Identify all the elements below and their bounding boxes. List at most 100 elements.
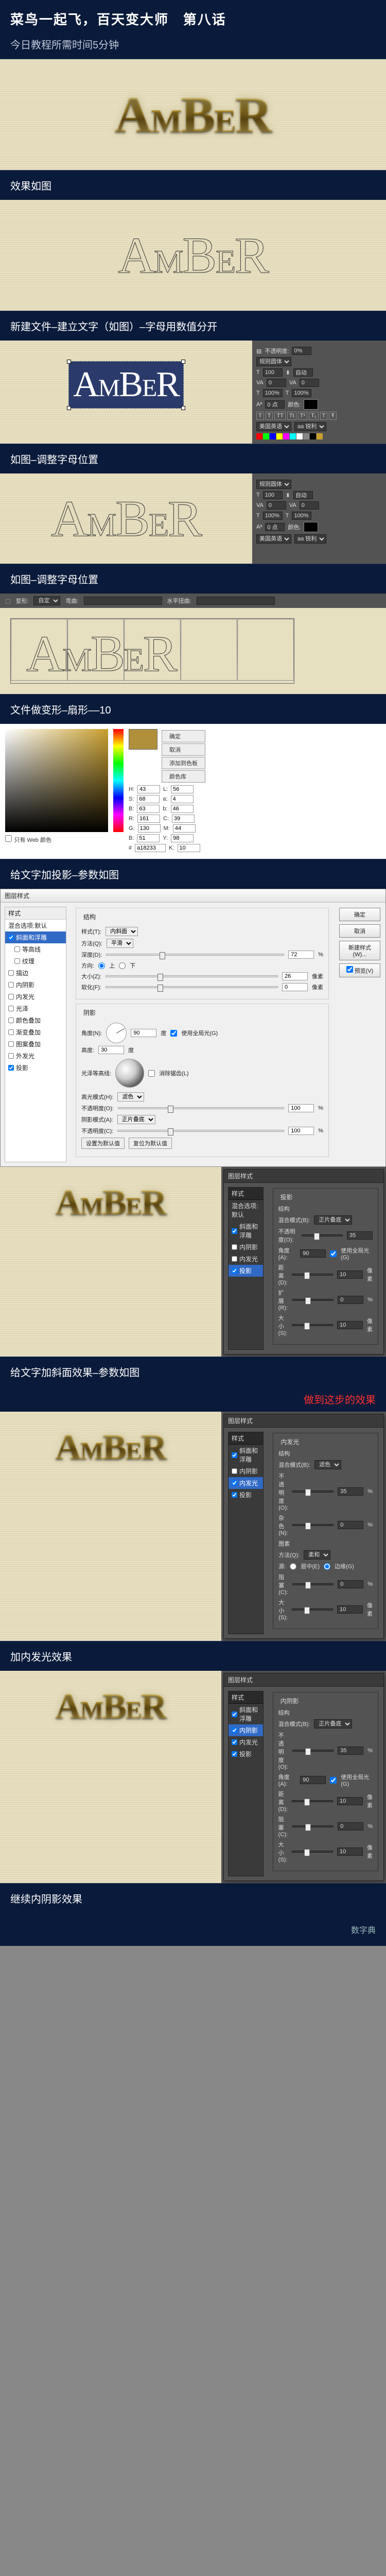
warp-grid[interactable]: AMBER [10, 618, 294, 684]
angle-input[interactable] [131, 1029, 156, 1037]
new-style-button[interactable]: 新建样式(W)... [339, 941, 380, 960]
size-slider[interactable] [106, 975, 278, 977]
hue-slider[interactable] [113, 729, 124, 832]
letter-e: E [214, 102, 235, 140]
text-selection[interactable]: AMBER [68, 361, 184, 409]
soft-input[interactable] [282, 983, 308, 991]
r-input[interactable] [137, 815, 160, 823]
k-input[interactable] [178, 844, 200, 852]
swatches-strip[interactable] [256, 433, 382, 439]
depth-slider[interactable] [106, 954, 284, 956]
amber-outline: AMBER [118, 232, 268, 283]
vscale-icon: T [256, 390, 260, 396]
bend-input[interactable] [84, 597, 162, 605]
track-icon: VA [289, 380, 296, 386]
caption-4: 如图–调整字母位置 [0, 564, 386, 594]
outline-canvas: AMBER [0, 200, 386, 311]
dir-down[interactable] [119, 962, 126, 969]
bl-input[interactable] [137, 834, 160, 842]
soft-slider[interactable] [106, 986, 278, 988]
baseline[interactable] [265, 400, 285, 409]
s-input[interactable] [137, 795, 160, 803]
reset-default[interactable]: 复位为默认值 [129, 1138, 172, 1149]
footer: 数字典 [0, 1913, 386, 1946]
smallcaps-btn[interactable]: Tt [287, 412, 296, 420]
set-default[interactable]: 设置为默认值 [81, 1138, 125, 1149]
m-input[interactable] [173, 824, 196, 833]
color-picker-dialog[interactable]: 只有 Web 颜色 确定 取消 添加到色板 颜色库 H:L: S:a: B:b:… [0, 724, 386, 859]
caption-7: 给文字加斜面效果–参数如图 [0, 1357, 386, 1386]
italic-btn[interactable]: T [266, 412, 273, 420]
angle-ring[interactable] [106, 1023, 127, 1043]
depth-input[interactable] [288, 951, 314, 959]
web-only-check[interactable] [5, 835, 12, 842]
highlight-mode[interactable]: 滤色 [117, 1092, 144, 1101]
cancel-button[interactable]: 取消 [339, 924, 380, 938]
bevel-style[interactable]: 内斜面 [106, 927, 138, 936]
font-size[interactable] [263, 368, 283, 377]
ok-button[interactable]: 确定 [162, 730, 205, 742]
title-text: 菜鸟一起飞，百天变大师 [10, 12, 169, 27]
c-input[interactable] [172, 815, 195, 823]
y-input[interactable] [171, 834, 194, 842]
l-input[interactable] [171, 785, 194, 793]
lang-select[interactable]: 美国英语 [256, 422, 291, 431]
h-input[interactable] [137, 785, 160, 793]
warp-style[interactable]: 自定 [33, 596, 60, 605]
size-input[interactable] [282, 972, 308, 980]
warp-toolbar[interactable]: ⬚ 变形:自定 弯曲: 水平扭曲: [0, 594, 386, 608]
opacity-input[interactable] [292, 347, 311, 355]
size-icon: T [256, 369, 260, 376]
aa-select[interactable]: aa 锐利 [294, 422, 326, 431]
hero-canvas: AMBER [0, 59, 386, 170]
super-btn[interactable]: T¹ [298, 412, 307, 420]
caption-3: 如图–调整字母位置 [0, 444, 386, 473]
shadow-mode[interactable]: 正片叠底 [117, 1115, 155, 1124]
caption-8: 加内发光效果 [0, 1641, 386, 1671]
character-panel[interactable]: ▤不透明度: 规则圆体 T⬍ VAVA TT Aª颜色: TTTTTtT¹T₁T… [252, 341, 386, 444]
caption-1: 效果如图 [0, 170, 386, 200]
character-panel-2[interactable]: 规则圆体 T⬍ VAVA TT Aª颜色: 美国英语aa 锐利 [252, 473, 386, 564]
gloss-contour[interactable] [115, 1059, 144, 1088]
caption-6: 给文字加投影–参数如图 [0, 859, 386, 889]
amber-adjusted: AMBER [51, 495, 201, 546]
inner-shadow-dialog[interactable]: 图层样式 样式 斜面和浮雕 内阴影 内发光 投影 内阴影 结构 混合模式(B):… [223, 1673, 384, 1881]
style-list[interactable]: 样式 混合选项:默认 斜面和浮雕 等高线 纹理 描边 内阴影 内发光 光泽 颜色… [5, 907, 66, 1162]
hscale[interactable] [292, 389, 311, 397]
menu-icon[interactable]: ▤ [256, 348, 261, 354]
font-select[interactable]: 规则圆体 [256, 357, 291, 366]
color-field[interactable] [5, 729, 108, 832]
ok-button[interactable]: 确定 [339, 908, 380, 921]
warp-icon: ⬚ [5, 598, 10, 604]
underline-btn[interactable]: T [320, 412, 328, 420]
global-light[interactable] [170, 1030, 177, 1037]
kerning[interactable] [267, 379, 286, 387]
cancel-button[interactable]: 取消 [162, 743, 205, 756]
text-color-swatch[interactable] [304, 399, 318, 410]
g-input[interactable] [138, 824, 161, 833]
a-input[interactable] [171, 795, 194, 803]
tracking[interactable] [300, 379, 319, 387]
new-color-swatch[interactable] [129, 729, 157, 750]
layer-style-dialog[interactable]: 图层样式 样式 混合选项:默认 斜面和浮雕 等高线 纹理 描边 内阴影 内发光 … [0, 889, 386, 1167]
sub-btn[interactable]: T₁ [309, 412, 318, 420]
aa-check[interactable] [148, 1070, 155, 1077]
color-lib-button[interactable]: 颜色库 [162, 770, 205, 783]
bold-btn[interactable]: T [256, 412, 264, 420]
hex-input[interactable] [135, 844, 166, 852]
drop-shadow-dialog[interactable]: 图层样式 样式 混合选项:默认 斜面和浮雕 内阴影 内发光 投影 投影 结构 混… [223, 1169, 384, 1354]
caps-btn[interactable]: TT [274, 412, 285, 420]
lab-b-input[interactable] [171, 805, 194, 813]
vscale[interactable] [263, 389, 283, 397]
add-swatch-button[interactable]: 添加到色板 [162, 757, 205, 769]
leading[interactable] [293, 368, 313, 377]
amber-inner-shadow-preview: AMBER [55, 1687, 166, 1726]
strike-btn[interactable]: Ŧ [329, 412, 337, 420]
b-input[interactable] [137, 805, 160, 813]
hscale-icon: T [286, 390, 289, 396]
dir-up[interactable] [98, 962, 105, 969]
hdist-input[interactable] [197, 597, 275, 605]
alt-input[interactable] [98, 1046, 124, 1054]
inner-glow-dialog[interactable]: 图层样式 样式 斜面和浮雕 内阴影 内发光 投影 内发光 结构 混合模式(B):… [223, 1414, 384, 1639]
bevel-tech[interactable]: 平滑 [107, 939, 133, 948]
